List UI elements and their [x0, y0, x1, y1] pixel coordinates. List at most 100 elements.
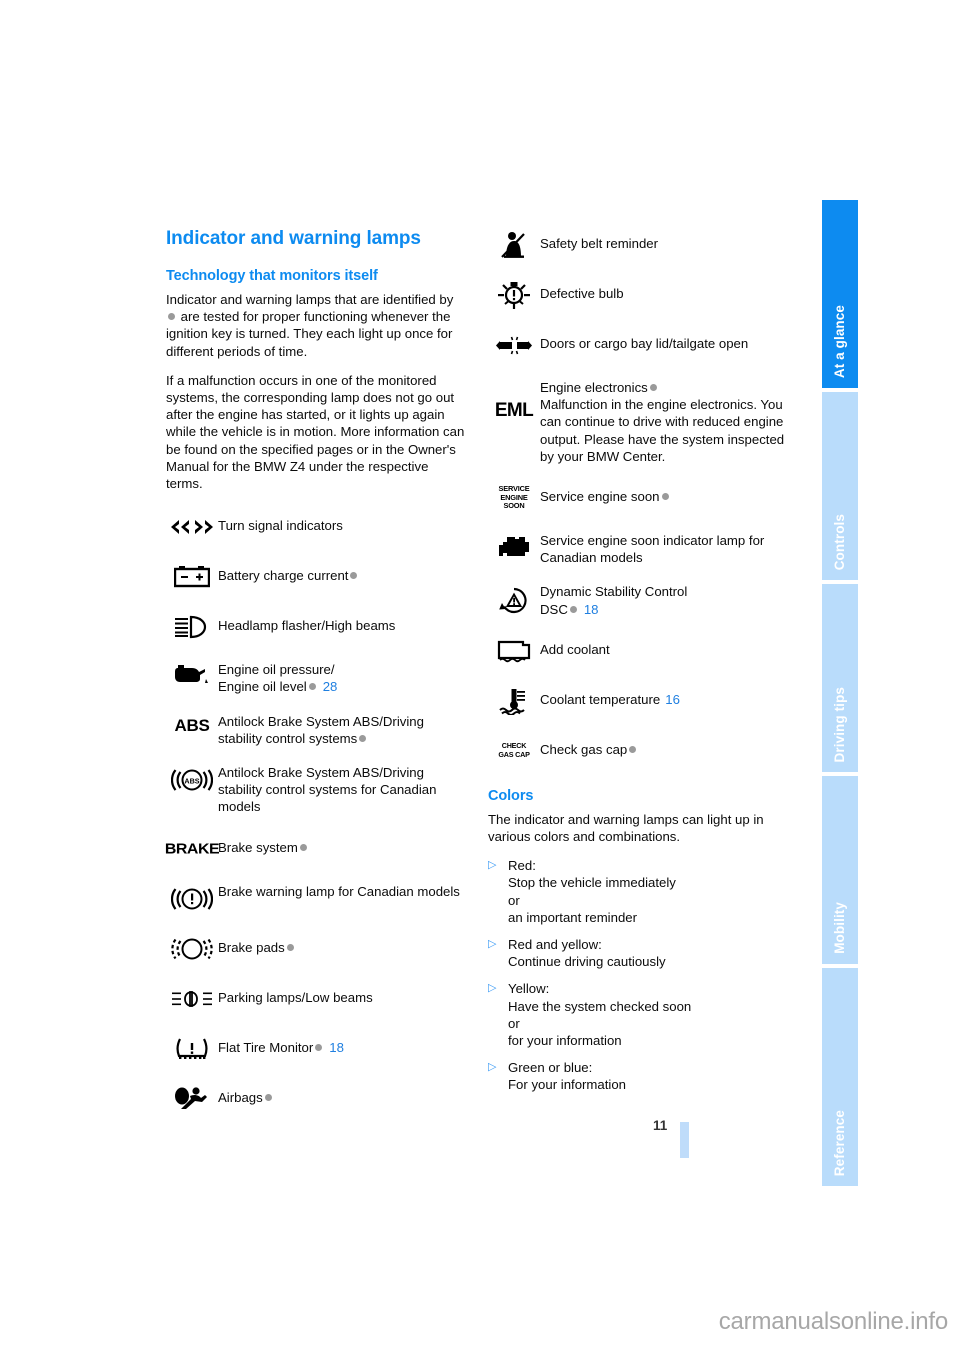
page-reference-link[interactable]: 28	[323, 679, 338, 694]
triangle-bullet-icon: ▷	[488, 859, 497, 872]
lamp-row-safety-belt: Safety belt reminder	[488, 228, 790, 262]
sidebar-tab-label: Driving tips	[832, 686, 847, 762]
grey-dot-icon	[308, 683, 316, 691]
colors-list-item: ▷ Yellow: Have the system checked soon o…	[488, 980, 790, 1049]
right-column: Safety belt reminder Defective bulb Door…	[488, 228, 790, 1104]
lamp-description: Malfunction in the engine electronics. Y…	[540, 397, 785, 464]
lamp-label: Coolant temperature	[540, 691, 661, 707]
lamp-label: Doors or cargo bay lid/tailgate open	[540, 336, 749, 351]
triangle-bullet-icon: ▷	[488, 982, 497, 995]
check-engine-icon	[488, 531, 540, 565]
lamp-row-parking-lamps: Parking lamps/Low beams	[166, 982, 466, 1016]
lamp-row-engine-electronics: EML Engine electronics Malfunction in the…	[488, 378, 790, 465]
check-gas-cap-text-icon: CHECK GAS CAP	[488, 734, 540, 768]
grey-dot-icon	[629, 745, 637, 753]
colors-item-text: Green or blue: For your information	[508, 1060, 626, 1093]
lamp-row-check-engine-canadian: Service engine soon indicator lamp for C…	[488, 531, 790, 566]
grey-dot-icon	[299, 843, 307, 851]
triangle-bullet-icon: ▷	[488, 1061, 497, 1074]
lamp-row-high-beams: Headlamp flasher/High beams	[166, 610, 466, 644]
lamp-row-flat-tire-monitor: Flat Tire Monitor 18	[166, 1032, 466, 1066]
lamp-row-coolant-temperature: Coolant temperature 16	[488, 684, 790, 718]
grey-dot-icon	[286, 943, 294, 951]
service-engine-soon-icon-text: SERVICE ENGINE SOON	[498, 484, 530, 511]
page-title: Indicator and warning lamps	[166, 228, 421, 249]
service-engine-soon-text-icon: SERVICE ENGINE SOON	[488, 481, 540, 515]
lamp-row-doors-open: Doors or cargo bay lid/tailgate open	[488, 328, 790, 362]
sidebar-tab-label: At a glance	[832, 304, 847, 378]
grey-dot-icon	[661, 493, 669, 501]
brake-pads-icon	[166, 932, 218, 966]
page-number: 11	[653, 1118, 668, 1133]
grey-dot-icon	[168, 313, 175, 321]
high-beam-icon	[166, 610, 218, 644]
safety-belt-icon	[488, 228, 540, 262]
lamp-label: Dynamic Stability Control DSC	[540, 584, 688, 617]
lamp-row-check-gas-cap: CHECK GAS CAP Check gas cap	[488, 734, 790, 768]
check-gas-cap-icon-text: CHECK GAS CAP	[498, 741, 530, 759]
lamp-label: Engine oil pressure/ Engine oil level	[218, 662, 335, 695]
lamp-label: Brake system	[218, 839, 298, 855]
brake-icon-text: BRAKE	[164, 840, 220, 857]
defective-bulb-icon	[488, 278, 540, 312]
intro-paragraph-2: If a malfunction occurs in one of the mo…	[166, 372, 465, 492]
lamp-row-abs-canadian: ABS Antilock Brake System ABS/Driving st…	[166, 763, 466, 816]
lamp-row-airbags: Airbags	[166, 1082, 466, 1116]
colors-item-text: Red: Stop the vehicle immediately or an …	[508, 858, 676, 925]
flat-tire-monitor-icon	[166, 1032, 218, 1066]
sidebar-tab-at-a-glance[interactable]: At a glance	[822, 200, 858, 388]
page-reference-link[interactable]: 16	[665, 692, 680, 707]
intro-para1-part-b: are tested for proper functioning whenev…	[166, 309, 453, 359]
colors-item-text: Red and yellow: Continue driving cautiou…	[508, 937, 666, 970]
grey-dot-icon	[359, 734, 367, 742]
abs-icon-text: ABS	[174, 715, 210, 735]
lamp-label: Defective bulb	[540, 286, 624, 301]
parking-low-beam-icon	[166, 982, 218, 1016]
doors-open-icon	[488, 328, 540, 362]
lamp-row-battery: Battery charge current	[166, 560, 466, 594]
lamp-label: Safety belt reminder	[540, 236, 659, 251]
eml-text-icon: EML	[488, 378, 540, 421]
triangle-bullet-icon: ▷	[488, 938, 497, 951]
eml-icon-text: EML	[494, 400, 534, 421]
lamp-label: Service engine soon indicator lamp for C…	[540, 533, 765, 566]
add-coolant-icon	[488, 634, 540, 668]
lamp-row-brake-warning-canadian: Brake warning lamp for Canadian models	[166, 882, 466, 916]
lamp-row-add-coolant: Add coolant	[488, 634, 790, 668]
svg-text:ABS: ABS	[184, 776, 199, 785]
sidebar-tab-reference[interactable]: Reference	[822, 968, 858, 1186]
manual-page: At a glance Controls Driving tips Mobili…	[0, 0, 960, 1358]
sidebar-tab-driving-tips[interactable]: Driving tips	[822, 584, 858, 772]
colors-list-item: ▷ Red and yellow: Continue driving cauti…	[488, 936, 790, 970]
lamp-label: Turn signal indicators	[218, 518, 343, 534]
sidebar-tab-controls[interactable]: Controls	[822, 392, 858, 580]
lamp-row-dsc: Dynamic Stability Control DSC 18	[488, 582, 790, 617]
lamp-label: Service engine soon	[540, 489, 660, 505]
turn-signal-arrows-icon	[166, 510, 218, 544]
lamp-label: Check gas cap	[540, 741, 628, 757]
intro-para1-part-a: Indicator and warning lamps that are ide…	[166, 292, 454, 307]
colors-list-item: ▷ Red: Stop the vehicle immediately or a…	[488, 857, 790, 926]
lamp-label: Antilock Brake System ABS/Driving stabil…	[218, 765, 437, 815]
colors-list-item: ▷ Green or blue: For your information	[488, 1059, 790, 1093]
lamp-label: Engine electronics	[540, 380, 648, 395]
intro-paragraph-1: Indicator and warning lamps that are ide…	[166, 291, 466, 360]
lamp-row-engine-oil: Engine oil pressure/ Engine oil level 28	[166, 660, 466, 695]
sidebar-tab-label: Mobility	[832, 902, 847, 954]
section-tab-nav: At a glance Controls Driving tips Mobili…	[822, 200, 858, 1186]
colors-item-text: Yellow: Have the system checked soon or …	[508, 981, 692, 1049]
grey-dot-icon	[649, 384, 657, 391]
lamp-row-abs: ABS Antilock Brake System ABS/Driving st…	[166, 712, 466, 747]
page-reference-link[interactable]: 18	[329, 1040, 344, 1055]
section-heading-technology: Technology that monitors itself	[166, 268, 378, 284]
left-column: Indicator and warning lamps Technology t…	[164, 228, 466, 1132]
lamp-label: Antilock Brake System ABS/Driving stabil…	[218, 713, 424, 746]
sidebar-tab-mobility[interactable]: Mobility	[822, 776, 858, 964]
right-lamp-list: Safety belt reminder Defective bulb Door…	[488, 228, 790, 768]
sidebar-tab-label: Controls	[832, 513, 847, 570]
lamp-label: Flat Tire Monitor	[218, 1039, 314, 1055]
page-reference-link[interactable]: 18	[584, 602, 599, 617]
lamp-label: Brake warning lamp for Canadian models	[218, 883, 460, 899]
airbag-icon	[166, 1082, 218, 1116]
grey-dot-icon	[350, 572, 358, 580]
